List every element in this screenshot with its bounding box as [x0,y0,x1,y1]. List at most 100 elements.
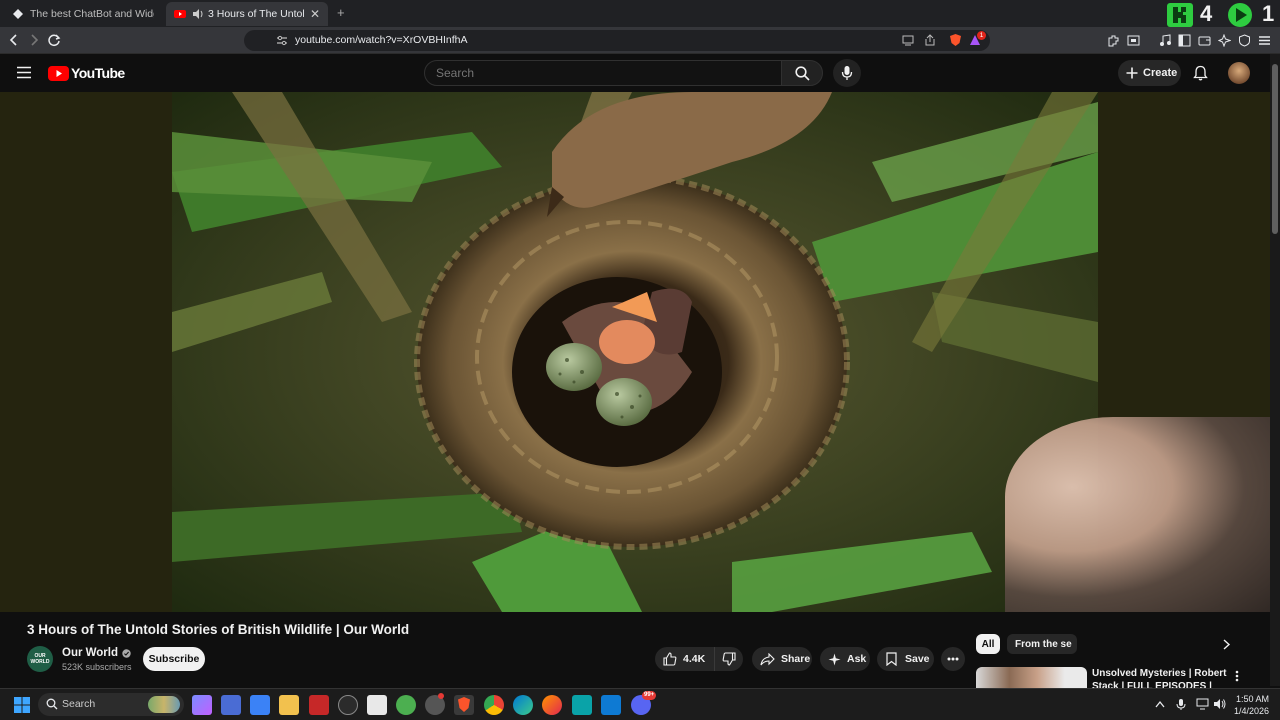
taskbar-search-box[interactable]: Search [38,693,184,716]
overlay-counter: 4 [1200,1,1213,26]
search-icon [795,66,810,81]
save-label: Save [905,653,930,665]
edge-app-icon[interactable] [513,695,533,715]
sparkle-icon [828,653,841,665]
media-controls-icon[interactable] [1159,34,1172,47]
brave-lion-icon [458,697,470,712]
vpn-shield-icon[interactable] [1238,34,1251,47]
back-icon[interactable] [8,34,20,46]
rewards-badge: 1 [977,31,986,40]
like-dislike-group: 4.4K [655,647,743,671]
page-scrollbar[interactable] [1270,54,1280,686]
arduino-app-icon[interactable] [572,695,592,715]
subscriber-count: 523K subscribers [62,662,132,672]
file-explorer-icon[interactable] [279,695,299,715]
video-player[interactable] [0,92,1270,612]
green-app-icon[interactable] [396,695,416,715]
more-horizontal-icon [947,657,959,661]
sidebar-toggle-icon[interactable] [1178,34,1191,47]
extensions-icon[interactable] [1107,34,1120,47]
tab-title: The best ChatBot and Widgets for Ki [30,8,154,20]
chrome-app-icon[interactable] [484,695,504,715]
news-app-icon[interactable] [309,695,329,715]
close-tab-icon[interactable]: ✕ [310,7,320,21]
youtube-play-icon [48,65,69,81]
volume-icon[interactable] [1213,698,1226,710]
user-avatar[interactable] [1228,62,1250,84]
screenshot-icon[interactable] [1127,34,1140,47]
chip-all[interactable]: All [976,634,1000,654]
speaker-icon[interactable] [192,8,204,20]
steam-notification-dot [438,693,444,699]
tab-title: 3 Hours of The Untold Stories [208,8,304,20]
voice-search-button[interactable] [833,59,861,87]
search-box[interactable] [424,60,782,86]
plus-icon [1126,67,1138,79]
cast-icon[interactable] [902,35,914,46]
recommendation-title-line2[interactable]: Stack | FULL EPISODES | [1092,681,1212,688]
channel-avatar[interactable]: OUR WORLD [27,646,53,672]
chips-next-chevron-icon[interactable] [1222,639,1231,650]
save-button[interactable]: Save [877,647,934,671]
create-button[interactable]: Create [1118,60,1181,86]
youtube-favicon-icon [174,10,186,18]
copilot-app-icon[interactable] [192,695,212,715]
leo-ai-icon[interactable] [1218,34,1231,47]
overlay-counter: 1 [1262,1,1275,26]
tab-youtube-video[interactable]: 3 Hours of The Untold Stories ✕ [166,2,328,26]
reload-icon[interactable] [48,34,61,47]
mic-tray-icon[interactable] [1176,698,1186,711]
share-page-icon[interactable] [924,34,936,46]
network-icon[interactable] [1196,698,1209,710]
new-tab-button[interactable]: + [337,5,345,20]
guide-menu-icon[interactable] [17,66,31,79]
diamond-icon [13,9,23,19]
verified-check-icon [122,648,131,658]
clock-app-icon[interactable] [338,695,358,715]
vscode-app-icon[interactable] [601,695,621,715]
scrollbar-thumb[interactable] [1272,64,1278,234]
bookmark-save-icon [886,652,897,666]
r-app-icon[interactable] [250,695,270,715]
recommendation-thumbnail[interactable] [976,667,1087,688]
teams-app-icon[interactable] [221,695,241,715]
show-hidden-icons-chevron[interactable] [1155,700,1165,708]
subscribe-button[interactable]: Subscribe [143,647,205,671]
youtube-logo[interactable]: YouTube [48,65,125,81]
epic-games-icon[interactable] [367,695,387,715]
search-highlight-image [148,696,180,713]
thumbs-up-icon [663,652,677,666]
recommendation-title-line1[interactable]: Unsolved Mysteries | Robert [1092,668,1227,679]
taskbar-search-label: Search [62,698,96,710]
search-input[interactable] [436,66,766,80]
taskbar-time[interactable]: 1:50 AM [1236,694,1269,704]
webcam-overlay [1005,417,1270,612]
taskbar-search-icon [46,698,58,710]
brave-taskbar-button[interactable] [454,695,474,715]
search-button[interactable] [781,60,823,86]
more-actions-button[interactable] [941,647,965,671]
channel-name[interactable]: Our World [62,647,118,659]
ask-label: Ask [847,653,867,665]
browser-toolbar: youtube.com/watch?v=XrOVBHInfhA 1 [0,27,1280,54]
wallet-icon[interactable] [1198,34,1211,47]
thumbs-down-icon [722,652,736,666]
play-logo-icon [1228,3,1252,27]
like-count: 4.4K [683,653,706,665]
recommendation-more-icon[interactable] [1235,670,1239,682]
notifications-bell-icon[interactable] [1193,65,1208,81]
chip-from-series[interactable]: From the se [1007,634,1077,654]
windows-start-icon[interactable] [14,697,30,713]
firefox-app-icon[interactable] [542,695,562,715]
taskbar-date[interactable]: 1/4/2026 [1234,706,1269,716]
tab-chatbot[interactable]: The best ChatBot and Widgets for Ki [4,2,162,26]
menu-icon[interactable] [1258,34,1271,47]
forward-icon[interactable] [28,34,40,46]
brave-shields-icon[interactable] [949,33,962,47]
site-settings-icon[interactable] [276,35,288,46]
ask-button[interactable]: Ask [820,647,870,671]
address-bar[interactable]: youtube.com/watch?v=XrOVBHInfhA 1 [244,30,990,51]
share-button[interactable]: Share [752,647,812,671]
like-button[interactable]: 4.4K [655,647,715,671]
dislike-button[interactable] [715,647,743,671]
